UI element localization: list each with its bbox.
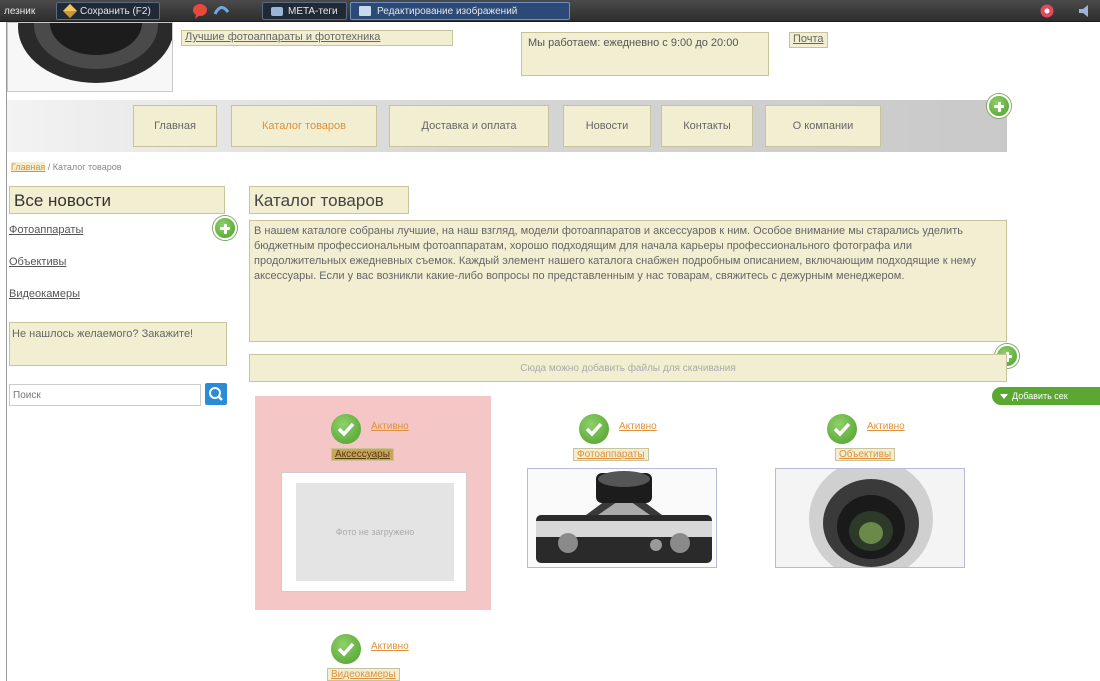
site-page: Лучшие фотоаппараты и фототехника Мы раб… xyxy=(6,22,1100,681)
card-status-link[interactable]: Активно xyxy=(371,641,409,652)
search-input[interactable] xyxy=(9,384,201,406)
lens-image xyxy=(776,469,965,568)
catalog-card-cameras[interactable]: Активно Фотоаппараты xyxy=(525,396,721,610)
card-status-link[interactable]: Активно xyxy=(619,421,657,432)
page-title[interactable]: Каталог товаров xyxy=(249,186,409,214)
nav-item-about[interactable]: О компании xyxy=(765,105,881,147)
no-photo-text: Фото не загружено xyxy=(296,483,454,581)
add-sidebar-item-icon[interactable] xyxy=(213,216,237,240)
order-prompt[interactable]: Не нашлось желаемого? Закажите! xyxy=(9,322,227,366)
breadcrumb-separator: / xyxy=(45,162,53,172)
sound-icon[interactable] xyxy=(1078,4,1094,18)
sidebar-link-lenses[interactable]: Объективы xyxy=(9,256,66,268)
working-hours[interactable]: Мы работаем: ежедневно с 9:00 до 20:00 xyxy=(521,32,769,76)
header-right-link[interactable]: Почта xyxy=(789,32,828,48)
image-icon xyxy=(359,6,371,16)
catalog-description[interactable]: В нашем каталоге собраны лучшие, на наш … xyxy=(249,220,1007,342)
arrow-down-icon xyxy=(1000,394,1008,399)
add-section-button[interactable]: Добавить сек xyxy=(992,387,1100,405)
card-category-label[interactable]: Видеокамеры xyxy=(327,668,400,681)
save-button[interactable]: Сохранить (F2) xyxy=(56,2,160,20)
add-nav-item-icon[interactable] xyxy=(987,94,1011,118)
active-check-icon xyxy=(827,414,857,444)
card-category-label[interactable]: Фотоаппараты xyxy=(573,448,649,461)
card-status-link[interactable]: Активно xyxy=(867,421,905,432)
search-button[interactable] xyxy=(205,383,227,405)
catalog-card-accessories[interactable]: Активно Аксессуары Фото не загружено xyxy=(255,396,491,610)
site-logo[interactable] xyxy=(7,22,173,92)
nav-item-contacts[interactable]: Контакты xyxy=(661,105,753,147)
toolbar-left-label[interactable]: лезник xyxy=(4,0,35,22)
nav-item-news[interactable]: Новости xyxy=(563,105,651,147)
card-image xyxy=(527,468,717,568)
pencil-icon xyxy=(63,4,77,18)
sidebar-link-cameras[interactable]: Фотоаппараты xyxy=(9,224,83,236)
search-icon xyxy=(205,383,227,405)
active-check-icon xyxy=(579,414,609,444)
tags-icon xyxy=(271,7,283,16)
comment-icon[interactable] xyxy=(192,3,208,19)
undo-icon[interactable] xyxy=(212,3,230,19)
card-image-placeholder: Фото не загружено xyxy=(281,472,467,592)
catalog-card-videocameras[interactable]: Активно Видеокамеры xyxy=(315,616,455,681)
sidebar-link-videocameras[interactable]: Видеокамеры xyxy=(9,288,80,300)
card-category-label[interactable]: Аксессуары xyxy=(331,448,394,461)
card-image xyxy=(775,468,965,568)
add-section-label: Добавить сек xyxy=(1012,391,1068,401)
camera-image xyxy=(528,469,717,568)
save-label: Сохранить (F2) xyxy=(80,6,151,17)
files-dropzone[interactable]: Сюда можно добавить файлы для скачивания xyxy=(249,354,1007,382)
tab-meta-label: META-теги xyxy=(288,6,338,17)
card-category-label[interactable]: Объективы xyxy=(835,448,895,461)
active-check-icon xyxy=(331,414,361,444)
admin-toolbar: лезник Сохранить (F2) META-теги Редактир… xyxy=(0,0,1100,22)
breadcrumb-current: Каталог товаров xyxy=(53,162,122,172)
active-check-icon xyxy=(331,634,361,664)
card-status-link[interactable]: Активно xyxy=(371,421,409,432)
tab-meta[interactable]: META-теги xyxy=(262,2,347,20)
tab-image-editing[interactable]: Редактирование изображений xyxy=(350,2,570,20)
help-icon[interactable] xyxy=(1040,4,1054,18)
catalog-card-lenses[interactable]: Активно Объективы xyxy=(773,396,969,610)
nav-item-home[interactable]: Главная xyxy=(133,105,217,147)
tab-image-editing-label: Редактирование изображений xyxy=(377,6,517,17)
breadcrumb-home-link[interactable]: Главная xyxy=(11,162,45,172)
nav-item-catalog[interactable]: Каталог товаров xyxy=(231,105,377,147)
site-tagline[interactable]: Лучшие фотоаппараты и фототехника xyxy=(181,30,453,46)
sidebar-title[interactable]: Все новости xyxy=(9,186,225,214)
nav-item-delivery[interactable]: Доставка и оплата xyxy=(389,105,549,147)
breadcrumb: Главная / Каталог товаров xyxy=(11,162,122,172)
